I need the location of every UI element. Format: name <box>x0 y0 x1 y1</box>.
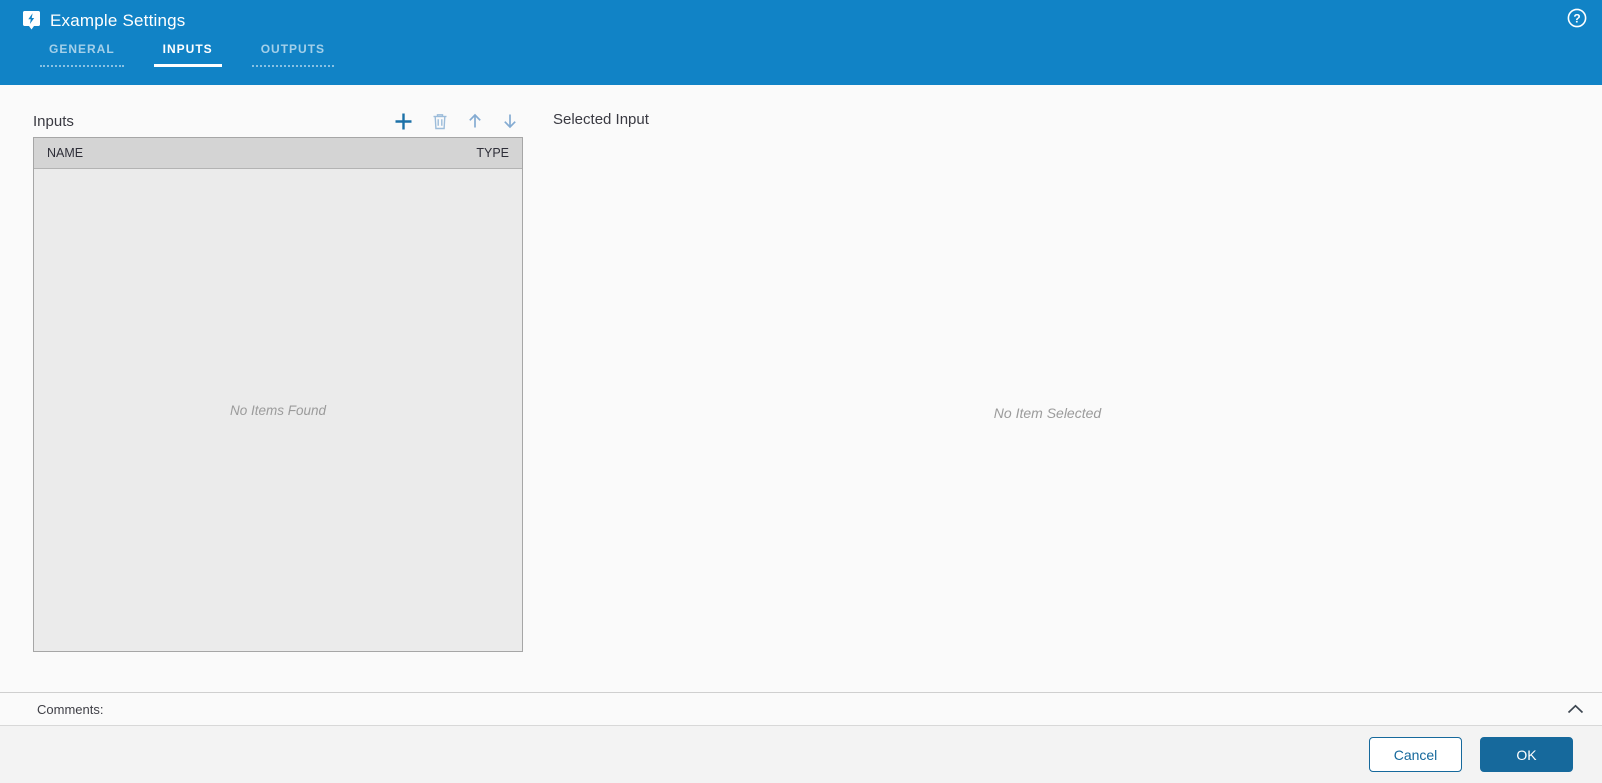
inputs-table: NAME TYPE No Items Found <box>33 137 523 652</box>
plus-icon <box>393 111 414 132</box>
title-row: Example Settings <box>0 0 1602 31</box>
add-input-button[interactable] <box>391 111 416 132</box>
selected-input-panel: Selected Input No Item Selected <box>553 105 1542 692</box>
selected-input-empty-state: No Item Selected <box>553 405 1542 423</box>
arrow-up-icon <box>466 112 484 130</box>
dialog-footer: Cancel OK <box>0 725 1602 783</box>
delete-input-button[interactable] <box>429 112 451 131</box>
trash-icon <box>431 112 449 131</box>
comments-label: Comments: <box>37 701 104 717</box>
dialog-header: Example Settings ? GENERAL INPUTS OUTPUT… <box>0 0 1602 85</box>
inputs-panel-header: Inputs <box>33 105 523 137</box>
svg-text:?: ? <box>1573 11 1580 25</box>
move-up-button[interactable] <box>464 112 486 130</box>
ok-button[interactable]: OK <box>1480 737 1573 772</box>
tag-bolt-icon <box>22 10 41 31</box>
inputs-table-body: No Items Found <box>34 169 522 651</box>
tab-general[interactable]: GENERAL <box>40 38 124 67</box>
tab-bar: GENERAL INPUTS OUTPUTS <box>40 38 1602 67</box>
column-header-name: NAME <box>47 146 84 160</box>
comments-bar: Comments: <box>0 692 1602 725</box>
tab-inputs[interactable]: INPUTS <box>153 38 222 67</box>
dialog-title: Example Settings <box>50 10 186 30</box>
dialog-body: Inputs NAME TYPE No Items Found Selected… <box>0 85 1602 692</box>
no-item-selected-message: No Item Selected <box>993 405 1102 421</box>
selected-input-title: Selected Input <box>553 111 649 128</box>
help-icon[interactable]: ? <box>1566 7 1588 29</box>
inputs-panel: Inputs NAME TYPE No Items Found <box>33 105 523 692</box>
settings-dialog: Example Settings ? GENERAL INPUTS OUTPUT… <box>0 0 1602 783</box>
comments-collapse-button[interactable] <box>1565 702 1586 716</box>
column-header-type: TYPE <box>476 146 509 160</box>
chevron-up-icon <box>1567 704 1584 714</box>
move-down-button[interactable] <box>499 112 521 130</box>
inputs-toolbar <box>391 111 523 132</box>
inputs-table-header: NAME TYPE <box>34 138 522 169</box>
no-items-message: No Items Found <box>229 402 327 418</box>
arrow-down-icon <box>501 112 519 130</box>
inputs-panel-title: Inputs <box>33 112 74 130</box>
tab-outputs[interactable]: OUTPUTS <box>251 38 335 67</box>
cancel-button[interactable]: Cancel <box>1369 737 1462 772</box>
